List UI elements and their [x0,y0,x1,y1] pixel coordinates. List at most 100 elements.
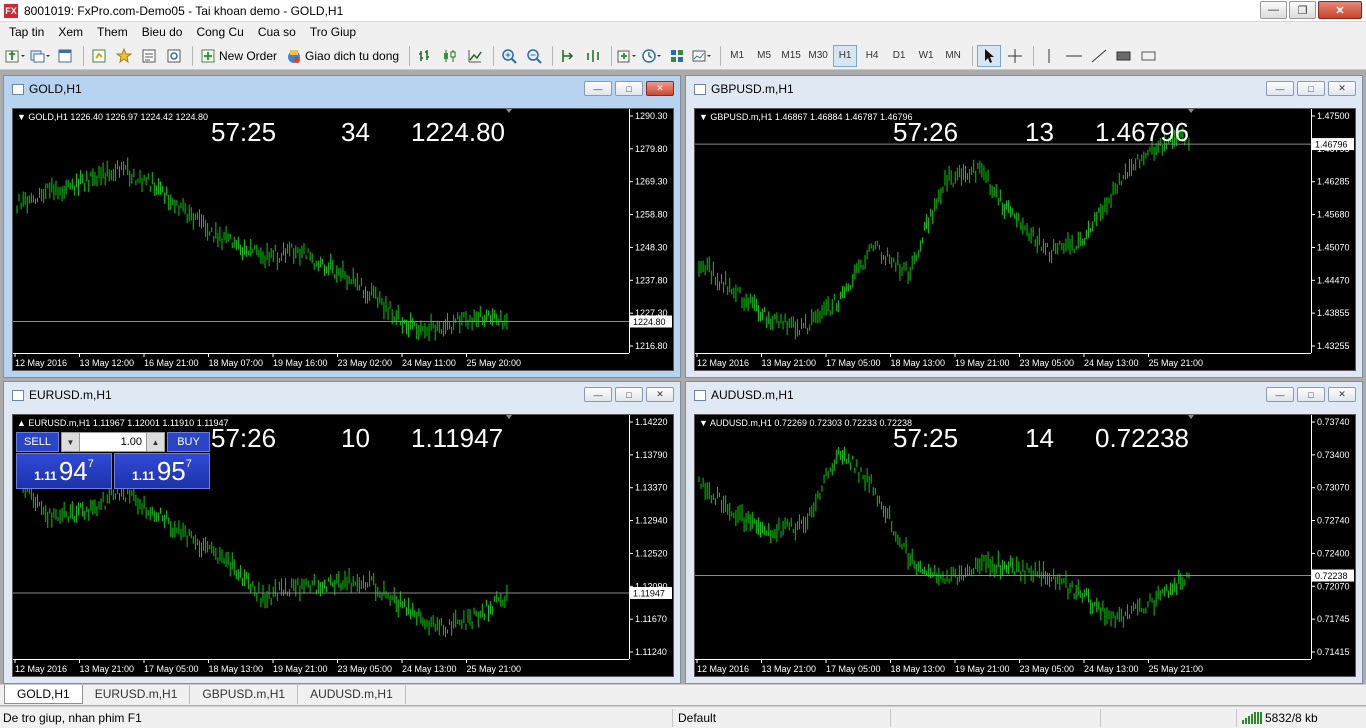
chart-canvas[interactable]: 1290.30 1279.80 1269.30 1258.80 1248.30 1237.… [12,108,674,371]
price-tick-label: 0.71745 [1317,614,1350,624]
menu-view[interactable]: Xem [51,25,90,39]
timeframe-m30[interactable]: M30 [806,45,830,67]
candlestick-button[interactable] [439,45,461,67]
chart-minimize-button[interactable]: — [584,81,612,96]
time-tick-label: 13 May 12:00 [80,358,135,368]
chart-window-audusd[interactable]: AUDUSD.m,H1 — □ ✕ 0.73740 0.73400 0.73070 0… [685,381,1363,684]
price-tick-label: 0.71415 [1317,647,1350,657]
bar-chart-button[interactable] [414,45,436,67]
ask-price-button[interactable]: 1.11 95 7 [114,453,210,489]
chart-maximize-button[interactable]: □ [1297,81,1325,96]
chart-canvas[interactable]: 1.14220 1.13790 1.13370 1.12940 1.12520 1.120… [12,414,674,677]
chart-window-header[interactable]: EURUSD.m,H1 — □ ✕ [4,382,680,408]
chart-maximize-button[interactable]: □ [1297,387,1325,402]
menu-tools[interactable]: Cong Cu [189,25,250,39]
market-watch-icon [92,49,106,62]
chart-maximize-button[interactable]: □ [615,81,643,96]
trendline-tool-button[interactable] [1088,45,1110,67]
market-watch-button[interactable] [88,45,110,67]
ask-price-fraction: 7 [185,458,192,470]
bar-timer: 57:26 [893,117,959,147]
buy-button[interactable]: BUY [167,432,210,452]
zoom-out-button[interactable] [523,45,545,67]
timeframe-h1[interactable]: H1 [833,44,858,67]
chart-canvas[interactable]: 0.73740 0.73400 0.73070 0.72740 0.72400 0.720… [694,414,1356,677]
timeframe-w1[interactable]: W1 [914,45,938,67]
line-chart-button[interactable] [464,45,486,67]
chart-window-header[interactable]: GOLD,H1 — □ ✕ [4,76,680,102]
crosshair-tool-button[interactable] [1004,45,1026,67]
periods-button[interactable] [641,45,663,67]
chart-minimize-button[interactable]: — [1266,387,1294,402]
zoom-in-button[interactable] [498,45,520,67]
chart-close-button[interactable]: ✕ [646,387,674,402]
horizontal-line-tool-button[interactable] [1063,45,1085,67]
auto-trading-button[interactable]: Giao dich tu dong [283,45,402,67]
chart-minimize-button[interactable]: — [1266,81,1294,96]
minimize-button[interactable]: — [1260,1,1287,19]
new-order-button[interactable]: New Order [197,45,280,67]
chart-window-gbpusd[interactable]: GBPUSD.m,H1 — □ ✕ 1.475001.467951.462851… [685,75,1363,378]
chart-window-header[interactable]: AUDUSD.m,H1 — □ ✕ [686,382,1362,408]
menu-insert[interactable]: Them [90,25,135,39]
bid-price-button[interactable]: 1.11 94 7 [16,453,112,489]
strategy-tester-button[interactable] [163,45,185,67]
timeframe-m1[interactable]: M1 [725,45,749,67]
tab-eurusd[interactable]: EURUSD.m,H1 [83,685,191,704]
lot-increase-button[interactable]: ▲ [146,433,164,451]
menu-window[interactable]: Cua so [251,25,303,39]
text-tool-button[interactable] [1138,45,1160,67]
bar-timer: 57:25 [893,423,959,453]
navigator-button[interactable] [113,45,135,67]
chart-window-button[interactable] [54,45,76,67]
menu-bar: Tap tin Xem Them Bieu do Cong Cu Cua so … [0,22,1366,42]
timeframe-d1[interactable]: D1 [887,45,911,67]
chart-maximize-button[interactable]: □ [615,387,643,402]
auto-scroll-button[interactable] [557,45,579,67]
lot-size-value[interactable]: 1.00 [80,436,146,448]
chart-shift-button[interactable] [582,45,604,67]
connection-status[interactable]: 5832/8 kb [1242,711,1318,725]
price-chart[interactable]: 1290.30 1279.80 1269.30 1258.80 1248.30 1237.… [13,109,675,372]
templates-button[interactable] [666,45,688,67]
indicators-button[interactable] [616,45,638,67]
chart-template-button[interactable] [691,45,713,67]
price-chart[interactable]: 1.475001.467951.462851.456801.450701.444… [695,109,1357,372]
timeframe-h4[interactable]: H4 [860,45,884,67]
chart-close-button[interactable]: ✕ [1328,81,1356,96]
maximize-icon: □ [1308,389,1314,400]
shapes-tool-button[interactable] [1113,45,1135,67]
lot-size-field[interactable]: ▼ 1.00 ▲ [61,432,165,452]
cursor-tool-button[interactable] [977,44,1002,67]
menu-charts[interactable]: Bieu do [135,25,190,39]
tab-gbpusd[interactable]: GBPUSD.m,H1 [190,685,299,704]
lot-decrease-button[interactable]: ▼ [62,433,80,451]
new-order-label: New Order [219,48,278,63]
tab-audusd[interactable]: AUDUSD.m,H1 [298,685,406,704]
menu-file[interactable]: Tap tin [2,25,51,39]
menu-help[interactable]: Tro Giup [303,25,363,39]
chart-canvas[interactable]: 1.475001.467951.462851.456801.450701.444… [694,108,1356,371]
chart-close-button[interactable]: ✕ [1328,387,1356,402]
terminal-icon [142,49,156,62]
timeframe-m5[interactable]: M5 [752,45,776,67]
vertical-line-tool-button[interactable] [1038,45,1060,67]
price-chart[interactable]: 0.73740 0.73400 0.73070 0.72740 0.72400 0.720… [695,415,1357,678]
time-tick-label: 25 May 21:00 [1149,358,1204,368]
chart-window-eurusd[interactable]: EURUSD.m,H1 — □ ✕ 1.14220 1.13790 1.13370 1… [3,381,681,684]
tab-gold[interactable]: GOLD,H1 [4,685,83,704]
chart-window-header[interactable]: GBPUSD.m,H1 — □ ✕ [686,76,1362,102]
chart-minimize-button[interactable]: — [584,387,612,402]
chart-window-gold[interactable]: GOLD,H1 — □ ✕ 1290.30 1279.80 1269.30 1258.… [3,75,681,378]
terminal-button[interactable] [138,45,160,67]
close-button[interactable]: ✕ [1318,1,1362,19]
profiles-button[interactable] [29,45,51,67]
bar-chart-icon [419,49,430,61]
timeframe-m15[interactable]: M15 [779,45,803,67]
new-chart-button[interactable] [4,45,26,67]
timeframe-mn[interactable]: MN [941,45,965,67]
restore-button[interactable]: ❐ [1289,1,1316,19]
sell-button[interactable]: SELL [16,432,59,452]
chart-close-button[interactable]: ✕ [646,81,674,96]
cursor-icon [985,48,995,63]
